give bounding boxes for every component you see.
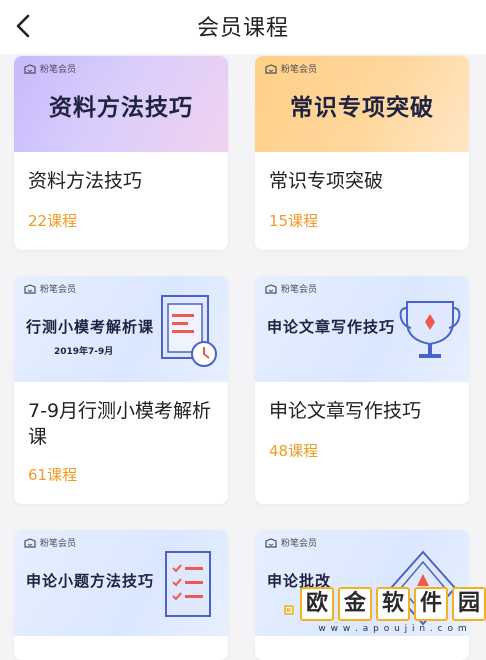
brand-label: 粉笔会员	[24, 62, 76, 75]
watermark-url: w w w . a p o u j i n . c o m	[318, 623, 468, 634]
course-banner: 粉笔会员 申论文章写作技巧	[255, 276, 469, 382]
course-name: 申论文章写作技巧	[269, 400, 422, 422]
brand-label: 粉笔会员	[24, 282, 76, 295]
course-banner: 粉笔会员 行测小模考解析课 2019年7-9月	[14, 276, 228, 382]
banner-subtitle: 2019年7-9月	[54, 347, 114, 357]
watermark-char: 欧	[300, 586, 334, 621]
course-card-mock-exam-analysis[interactable]: 粉笔会员 行测小模考解析课 2019年7-9月 7-9月行测小模考解析课 61课…	[14, 276, 228, 504]
watermark-char: 软	[376, 586, 410, 621]
trophy-icon	[399, 301, 461, 358]
watermark-char: 金	[338, 586, 372, 621]
banner-title: 行测小模考解析课	[26, 318, 155, 336]
banner-title: 常识专项突破	[290, 95, 434, 121]
banner-title: 资料方法技巧	[49, 95, 193, 121]
brand-text: 粉笔会员	[40, 539, 77, 549]
course-banner: 粉笔会员 常识专项突破	[255, 56, 469, 152]
banner-title: 申论小题方法技巧	[26, 572, 155, 590]
brand-logo-icon	[265, 63, 277, 74]
brand-label: 粉笔会员	[265, 282, 317, 295]
brand-text: 粉笔会员	[281, 285, 318, 295]
brand-logo-icon	[24, 63, 36, 74]
top-nav-bar: 会员课程	[0, 0, 486, 54]
course-count: 22课程	[28, 212, 78, 230]
brand-label: 粉笔会员	[265, 62, 317, 75]
course-card-general-knowledge[interactable]: 粉笔会员 常识专项突破 常识专项突破 15课程	[255, 56, 469, 250]
banner-title: 申论文章写作技巧	[267, 318, 396, 336]
brand-label: 粉笔会员	[265, 536, 317, 549]
watermark-char: 园	[452, 586, 486, 621]
watermark-chars: 欧 金 软 件 园	[300, 586, 486, 621]
brand-text: 粉笔会员	[40, 285, 77, 295]
watermark-logo-icon	[284, 605, 294, 615]
site-watermark: 欧 金 软 件 园 w w w . a p o u j i n . c o m	[284, 584, 486, 636]
brand-text: 粉笔会员	[40, 65, 77, 75]
watermark-char: 件	[414, 586, 448, 621]
brand-logo-icon	[265, 537, 277, 548]
course-card-short-answer-methods[interactable]: 粉笔会员 申论小题方法技巧	[14, 530, 228, 660]
course-banner: 粉笔会员 资料方法技巧	[14, 56, 228, 152]
course-count: 48课程	[269, 442, 319, 460]
course-banner: 粉笔会员 申论小题方法技巧	[14, 530, 228, 636]
document-clock-icon	[161, 295, 217, 367]
course-name: 资料方法技巧	[28, 170, 143, 192]
course-card-essay-writing[interactable]: 粉笔会员 申论文章写作技巧 申论文章写作技巧 48课程	[255, 276, 469, 504]
course-name: 7-9月行测小模考解析课	[28, 400, 212, 448]
course-card-data-methods[interactable]: 粉笔会员 资料方法技巧 资料方法技巧 22课程	[14, 56, 228, 250]
brand-text: 粉笔会员	[281, 65, 318, 75]
brand-label: 粉笔会员	[24, 536, 76, 549]
checklist-icon	[165, 551, 211, 617]
course-name: 常识专项突破	[269, 170, 384, 192]
brand-logo-icon	[265, 283, 277, 294]
course-count: 15课程	[269, 212, 319, 230]
brand-text: 粉笔会员	[281, 539, 318, 549]
brand-logo-icon	[24, 283, 36, 294]
course-count: 61课程	[28, 466, 78, 484]
page-title: 会员课程	[196, 16, 289, 41]
brand-logo-icon	[24, 537, 36, 548]
